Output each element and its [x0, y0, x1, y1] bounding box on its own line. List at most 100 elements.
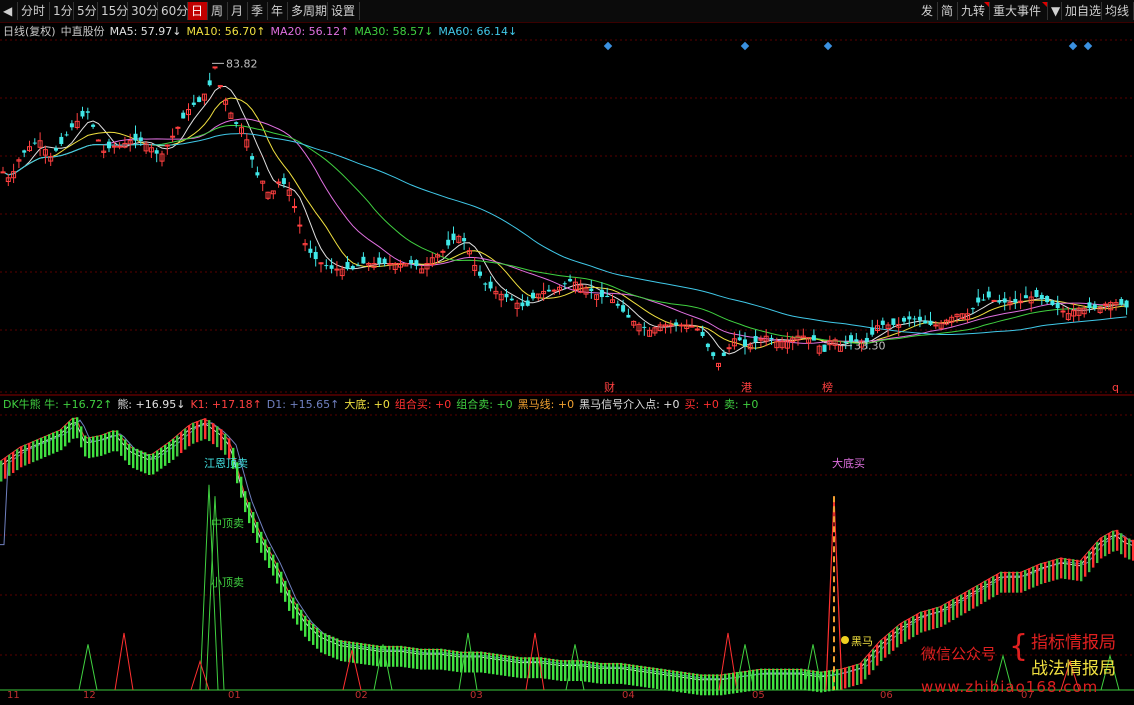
- ribbon-segment: [124, 439, 127, 461]
- ribbon-segment: [552, 658, 555, 680]
- high-price-label: 83.82: [226, 57, 258, 70]
- candle-body: [440, 250, 446, 253]
- ribbon-segment: [216, 426, 219, 448]
- ribbon-segment: [1012, 571, 1015, 593]
- ribbon-segment: [740, 671, 743, 693]
- date-label-7: 06: [880, 690, 893, 701]
- candle-body: [80, 110, 85, 117]
- ribbon-segment: [272, 554, 275, 576]
- ribbon-segment: [588, 661, 591, 683]
- ribbon-segment: [112, 430, 115, 452]
- candle-body: [1050, 300, 1055, 306]
- diamond-marker: [823, 41, 833, 51]
- ribbon-segment: [524, 657, 527, 679]
- candle-body: [234, 122, 239, 124]
- candle-body: [1092, 304, 1097, 309]
- ribbon-segment: [728, 673, 731, 695]
- ribbon-segment: [592, 661, 595, 683]
- ribbon-segment: [220, 429, 223, 451]
- ribbon-segment: [760, 668, 763, 690]
- signal-spike-0: [78, 644, 98, 691]
- ribbon-segment: [504, 654, 507, 676]
- candle-body: [64, 134, 69, 136]
- ribbon-segment: [992, 576, 995, 598]
- ribbon-segment: [628, 664, 631, 686]
- ribbon-segment: [1088, 551, 1091, 573]
- ribbon-segment: [852, 665, 855, 687]
- ribbon-segment: [676, 670, 679, 692]
- ribbon-segment: [1036, 564, 1039, 586]
- candle-body: [705, 343, 710, 348]
- ribbon-segment: [292, 597, 295, 619]
- ribbon-segment: [312, 623, 315, 645]
- ribbon-segment: [636, 665, 639, 687]
- ribbon-segment: [512, 656, 515, 678]
- ribbon-segment: [96, 435, 99, 457]
- ribbon-segment: [936, 607, 939, 629]
- ribbon-segment: [432, 648, 435, 670]
- label-top-sell-3: 小顶卖: [211, 576, 244, 589]
- ribbon-segment: [284, 580, 287, 602]
- watermark-wechat: 微信公众号: [921, 645, 997, 663]
- date-label-3: 02: [355, 690, 368, 701]
- ribbon-segment: [872, 649, 875, 671]
- event-marker-q: q: [1112, 381, 1119, 394]
- candle-body: [689, 325, 695, 328]
- date-label-6: 05: [752, 690, 765, 701]
- ribbon-segment: [776, 668, 779, 690]
- ribbon-segment: [708, 674, 711, 696]
- candle-body: [32, 142, 37, 144]
- ribbon-segment: [536, 657, 539, 679]
- candle-body: [91, 124, 96, 127]
- ribbon-segment: [12, 452, 15, 473]
- ribbon-segment: [128, 444, 131, 465]
- ribbon-segment: [168, 442, 171, 463]
- ribbon-segment: [672, 670, 675, 692]
- ribbon-segment: [1032, 566, 1035, 588]
- candle-body: [462, 238, 467, 242]
- candle-body: [721, 352, 726, 356]
- ribbon-segment: [44, 436, 47, 458]
- ribbon-segment: [812, 670, 815, 692]
- candle-body: [678, 324, 684, 327]
- ribbon-segment: [120, 434, 123, 456]
- ribbon-segment: [500, 654, 503, 676]
- ribbon-segment: [876, 644, 879, 666]
- ribbon-segment: [732, 672, 735, 694]
- ribbon-segment: [792, 668, 795, 690]
- chart-canvas[interactable]: 83.82 33.30 财 港 榜 q 江恩顶卖中顶卖小顶卖 大底买黑马: [0, 0, 1134, 705]
- candle-body: [313, 251, 318, 260]
- ribbon-segment: [240, 476, 243, 498]
- ribbon-segment: [648, 666, 651, 688]
- ribbon-segment: [1044, 562, 1047, 583]
- ribbon-segment: [48, 434, 51, 456]
- event-markers: 83.82 33.30 财 港 榜 q: [212, 41, 1119, 394]
- diamond-marker: [1083, 41, 1093, 51]
- date-label-1: 12: [83, 690, 96, 701]
- ribbon-segment: [616, 662, 619, 684]
- ribbon-segment: [1128, 538, 1131, 560]
- candle-body: [753, 336, 758, 342]
- candle-body: [324, 265, 329, 267]
- ribbon-segment: [668, 669, 671, 691]
- ribbon-segment: [680, 671, 683, 693]
- ribbon-segment: [188, 425, 191, 447]
- ribbon-segment: [0, 460, 3, 482]
- ribbon-segment: [1120, 533, 1123, 555]
- ribbon-segment: [652, 667, 655, 689]
- candle-body: [928, 320, 933, 325]
- ribbon-segment: [576, 660, 579, 682]
- ribbon-segment: [248, 502, 251, 524]
- candle-body: [700, 331, 705, 336]
- candle-body: [1013, 298, 1018, 303]
- ribbon-segment: [196, 421, 199, 443]
- ribbon-segment: [324, 633, 327, 655]
- ribbon-segment: [1124, 536, 1127, 558]
- ribbon-segment: [924, 610, 927, 632]
- ribbon-segment: [644, 666, 647, 688]
- low-price-label: 33.30: [854, 340, 886, 353]
- ribbon-segment: [1072, 559, 1075, 581]
- ribbon-segment: [476, 651, 479, 673]
- ribbon-segment: [164, 444, 167, 466]
- ribbon-segment: [780, 668, 783, 690]
